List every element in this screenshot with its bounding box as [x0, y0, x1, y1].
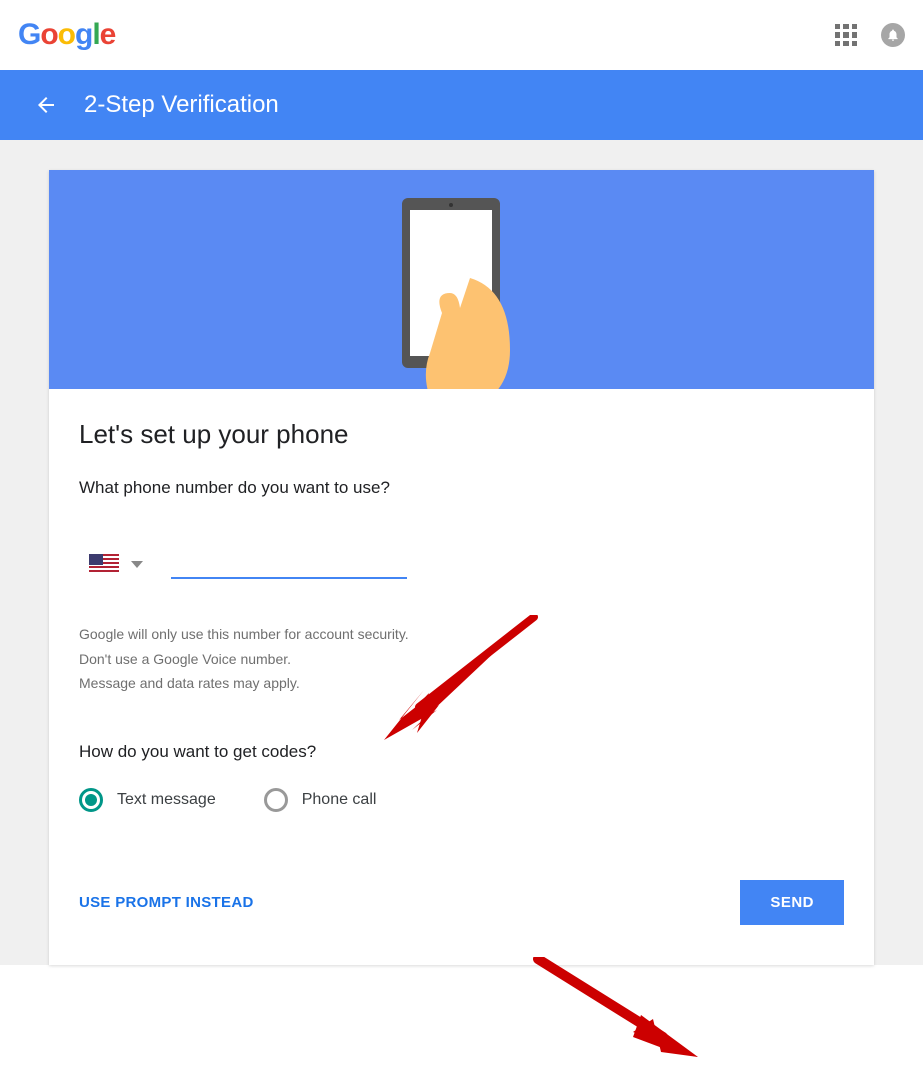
phone-number-input[interactable]	[171, 549, 407, 579]
back-arrow-icon[interactable]	[34, 93, 58, 117]
page-title: 2-Step Verification	[84, 91, 279, 119]
google-logo[interactable]: Google	[18, 18, 115, 52]
helper-text: Google will only use this number for acc…	[79, 622, 844, 696]
main-heading: Let's set up your phone	[79, 419, 844, 450]
card-content: Let's set up your phone What phone numbe…	[49, 389, 874, 965]
country-select[interactable]	[79, 548, 153, 580]
radio-phone-call[interactable]: Phone call	[264, 788, 377, 812]
page-body: Let's set up your phone What phone numbe…	[0, 140, 923, 965]
radio-circle-icon	[79, 788, 103, 812]
phone-hand-icon	[362, 198, 562, 389]
setup-card: Let's set up your phone What phone numbe…	[49, 170, 874, 965]
us-flag-icon	[89, 554, 119, 574]
helper-line: Google will only use this number for acc…	[79, 622, 844, 647]
apps-icon[interactable]	[835, 24, 857, 46]
radio-text-message[interactable]: Text message	[79, 788, 216, 812]
annotation-arrow-icon	[533, 957, 713, 1067]
title-bar: 2-Step Verification	[0, 70, 923, 140]
radio-label: Text message	[117, 791, 216, 809]
hero-image	[49, 170, 874, 389]
helper-line: Message and data rates may apply.	[79, 671, 844, 696]
radio-circle-icon	[264, 788, 288, 812]
helper-line: Don't use a Google Voice number.	[79, 647, 844, 672]
top-bar: Google	[0, 0, 923, 70]
phone-question: What phone number do you want to use?	[79, 478, 844, 498]
send-button[interactable]: SEND	[740, 880, 844, 925]
radio-label: Phone call	[302, 791, 377, 809]
use-prompt-button[interactable]: USE PROMPT INSTEAD	[79, 894, 254, 911]
notifications-icon[interactable]	[881, 23, 905, 47]
codes-heading: How do you want to get codes?	[79, 742, 844, 762]
chevron-down-icon	[131, 561, 143, 568]
